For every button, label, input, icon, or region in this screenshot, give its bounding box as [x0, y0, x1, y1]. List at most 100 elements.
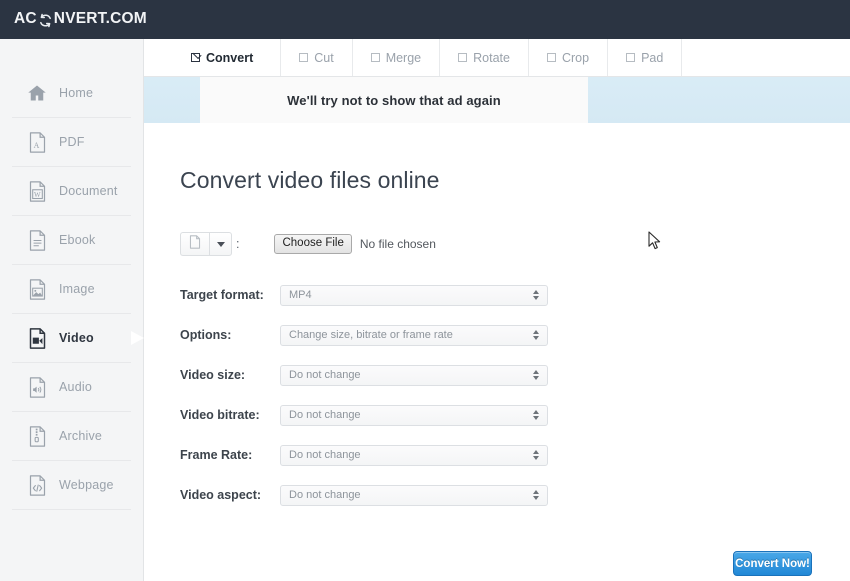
sidebar-item-label: Image — [59, 282, 95, 296]
checkbox-unchecked-icon — [546, 53, 556, 62]
tab-merge[interactable]: Merge — [353, 39, 441, 76]
logo-text-prefix: AC — [14, 10, 37, 27]
tab-pad[interactable]: Pad — [608, 39, 683, 76]
webpage-code-file-icon — [26, 474, 48, 496]
video-file-icon — [26, 327, 48, 349]
field-label: Video aspect: — [180, 488, 262, 502]
sidebar-item-label: Archive — [59, 429, 103, 443]
form-row-options: Options: Change size, bitrate or frame r… — [180, 315, 580, 355]
no-file-chosen-text: No file chosen — [359, 236, 436, 251]
sidebar-item-label: Webpage — [59, 478, 114, 492]
select-value: Do not change — [289, 409, 361, 421]
video-aspect-select[interactable]: Do not change — [280, 484, 548, 506]
select-updown-arrows-icon — [532, 288, 540, 302]
file-page-icon — [189, 234, 201, 254]
select-value: Do not change — [289, 369, 361, 381]
sidebar: Home A PDF W Document Ebook Image Video … — [0, 39, 144, 581]
sidebar-item-label: PDF — [59, 135, 85, 149]
tab-label: Merge — [385, 50, 422, 65]
site-logo[interactable]: AC NVERT.COM — [14, 10, 147, 28]
target-format-select[interactable]: MP4 — [280, 284, 548, 306]
convert-now-button[interactable]: Convert Now! — [733, 551, 812, 576]
tool-tab-bar: Convert Cut Merge Rotate Crop Pad — [144, 39, 850, 77]
tab-crop[interactable]: Crop — [529, 39, 609, 76]
file-page-icon-button[interactable] — [180, 232, 209, 256]
file-source-separator: : — [236, 237, 240, 251]
sidebar-item-video[interactable]: Video — [12, 314, 131, 363]
form-row-video-aspect: Video aspect: Do not change — [180, 475, 580, 515]
convert-now-label: Convert Now! — [735, 557, 810, 570]
file-source-dropdown-button[interactable] — [209, 232, 232, 256]
form-row-frame-rate: Frame Rate: Do not change — [180, 435, 580, 475]
sidebar-item-audio[interactable]: Audio — [12, 363, 131, 412]
tab-label: Crop — [561, 50, 590, 65]
ad-banner-box[interactable]: We'll try not to show that ad again — [200, 77, 588, 123]
audio-file-icon — [26, 376, 48, 398]
tab-label: Cut — [314, 50, 334, 65]
field-label: Options: — [180, 328, 232, 342]
image-file-icon — [26, 278, 48, 300]
sidebar-item-image[interactable]: Image — [12, 265, 131, 314]
select-value: Do not change — [289, 489, 361, 501]
page-root: AC NVERT.COM Home A PDF W Document Ebook… — [0, 0, 850, 581]
form-row-target-format: Target format: MP4 — [180, 275, 580, 315]
word-document-icon: W — [26, 180, 48, 202]
checkbox-unchecked-icon — [370, 53, 380, 62]
form-row-video-size: Video size: Do not change — [180, 355, 580, 395]
select-updown-arrows-icon — [532, 368, 540, 382]
sidebar-item-home[interactable]: Home — [12, 69, 131, 118]
archive-file-icon — [26, 425, 48, 447]
ad-banner-text: We'll try not to show that ad again — [287, 92, 501, 108]
field-label: Target format: — [180, 288, 264, 302]
sidebar-item-label: Audio — [59, 380, 92, 394]
select-updown-arrows-icon — [532, 488, 540, 502]
tab-label: Convert — [206, 50, 254, 65]
sidebar-item-webpage[interactable]: Webpage — [12, 461, 131, 510]
logo-text-suffix: NVERT.COM — [53, 10, 147, 27]
tab-label: Rotate — [473, 50, 510, 65]
file-source-row: : Choose File No file chosen — [180, 232, 436, 256]
sidebar-item-label: Video — [59, 331, 94, 345]
select-value: MP4 — [289, 289, 312, 301]
file-source-button-group — [180, 232, 232, 256]
video-size-select[interactable]: Do not change — [280, 364, 548, 386]
tab-cut[interactable]: Cut — [281, 39, 353, 76]
sidebar-item-document[interactable]: W Document — [12, 167, 131, 216]
frame-rate-select[interactable]: Do not change — [280, 444, 548, 466]
home-icon — [26, 82, 48, 104]
svg-text:W: W — [34, 190, 41, 198]
select-updown-arrows-icon — [532, 408, 540, 422]
select-updown-arrows-icon — [532, 448, 540, 462]
video-bitrate-select[interactable]: Do not change — [280, 404, 548, 426]
pdf-file-icon: A — [26, 131, 48, 153]
choose-file-button[interactable]: Choose File — [274, 233, 352, 255]
select-updown-arrows-icon — [532, 328, 540, 342]
ad-banner-strip: We'll try not to show that ad again — [144, 77, 850, 123]
select-value: Do not change — [289, 449, 361, 461]
sidebar-item-label: Home — [59, 86, 94, 100]
sidebar-item-pdf[interactable]: A PDF — [12, 118, 131, 167]
refresh-circular-arrows-icon — [38, 13, 53, 28]
ebook-file-icon — [26, 229, 48, 251]
page-title: Convert video files online — [180, 167, 440, 193]
conversion-settings-form: Target format: MP4 Options: Change size,… — [180, 275, 580, 515]
field-label: Video size: — [180, 368, 246, 382]
tab-label: Pad — [641, 50, 664, 65]
main-content: Convert video files online : Choose File… — [145, 123, 850, 581]
checkbox-unchecked-icon — [458, 53, 468, 62]
field-label: Frame Rate: — [180, 448, 253, 462]
sidebar-item-ebook[interactable]: Ebook — [12, 216, 131, 265]
options-select[interactable]: Change size, bitrate or frame rate — [280, 324, 548, 346]
file-input-wrap: Choose File No file chosen — [274, 233, 436, 255]
top-header-bar: AC NVERT.COM — [0, 0, 850, 39]
sidebar-item-archive[interactable]: Archive — [12, 412, 131, 461]
select-value: Change size, bitrate or frame rate — [289, 329, 453, 341]
sidebar-item-label: Ebook — [59, 233, 96, 247]
tab-convert[interactable]: Convert — [164, 39, 282, 76]
checkbox-unchecked-icon — [626, 53, 636, 62]
caret-down-icon — [216, 241, 225, 247]
checkbox-unchecked-icon — [299, 53, 309, 62]
sidebar-item-label: Document — [59, 184, 118, 198]
tab-rotate[interactable]: Rotate — [440, 39, 529, 76]
svg-text:A: A — [33, 140, 39, 149]
